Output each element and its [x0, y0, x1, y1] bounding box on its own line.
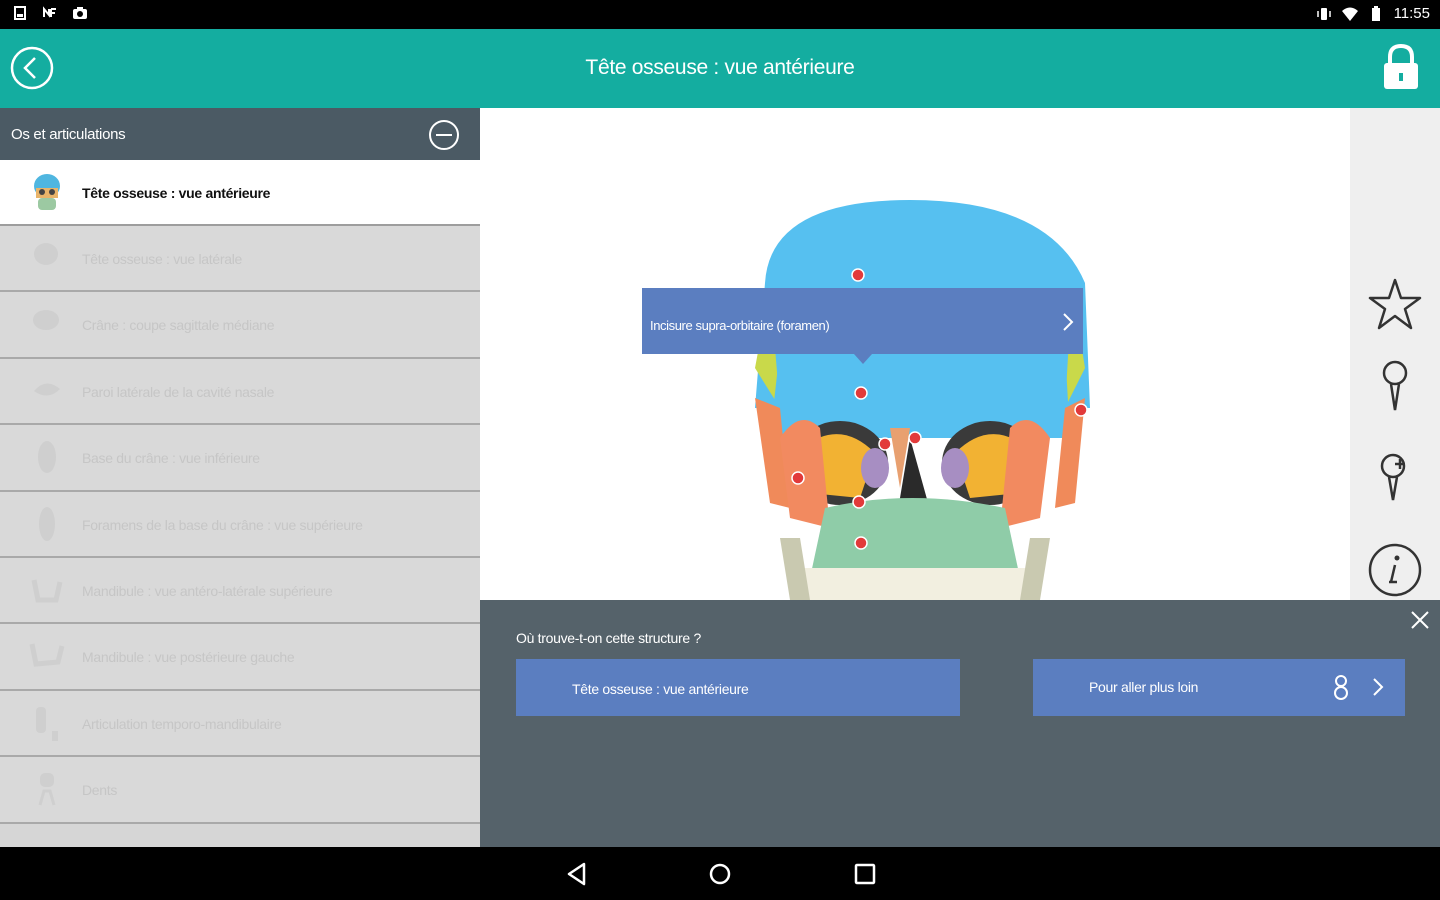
- sidebar-header-label: Os et articulations: [11, 126, 126, 143]
- skull-anterior-illustration: [755, 200, 1090, 600]
- location-panel: Où trouve-t-on cette structure ? Tête os…: [480, 600, 1440, 847]
- page-title: Tête osseuse : vue antérieure: [585, 56, 855, 79]
- lock-icon[interactable]: [1382, 43, 1420, 91]
- close-icon[interactable]: [1410, 610, 1430, 630]
- learn-more-button[interactable]: Pour aller plus loin: [1033, 659, 1405, 716]
- sidebar-item-label: Articulation temporo-mandibulaire: [82, 715, 282, 732]
- nav-back-icon[interactable]: [564, 861, 590, 887]
- sidebar: Os et articulations Tête osseuse : vue a…: [0, 108, 480, 847]
- collapse-minus-icon[interactable]: [428, 119, 460, 151]
- skull-thumbnail-icon: [34, 174, 60, 210]
- sidebar-item-label: Dents: [82, 782, 118, 799]
- teeth-thumbnail-icon: [38, 773, 56, 806]
- sidebar-item-label: Foramens de la base du crâne : vue supér…: [82, 516, 363, 533]
- sidebar-header[interactable]: Os et articulations: [0, 108, 480, 160]
- anatomy-viewer[interactable]: [480, 108, 1350, 600]
- star-icon[interactable]: [1367, 276, 1423, 332]
- nfc-icon: [43, 6, 56, 18]
- location-button-label: Tête osseuse : vue antérieure: [572, 681, 749, 697]
- sidebar-item-articulation-tm[interactable]: Articulation temporo-mandibulaire: [0, 690, 480, 758]
- mandible-posterior-thumbnail-icon: [29, 643, 65, 668]
- structure-tooltip[interactable]: Incisure supra-orbitaire (foramen): [642, 288, 1083, 364]
- chevron-right-icon: [1373, 678, 1384, 696]
- learn-more-icon: [1334, 675, 1348, 700]
- nav-recents-icon[interactable]: [852, 861, 878, 887]
- navigation-bar: [0, 847, 1440, 900]
- camera-icon: [73, 7, 87, 19]
- status-time: 11:55: [1393, 5, 1430, 22]
- sidebar-item-label: Tête osseuse : vue latérale: [82, 251, 242, 267]
- pin-icon[interactable]: [1367, 358, 1423, 414]
- chevron-right-icon: [1063, 313, 1074, 331]
- sidebar-item-crane-coupe[interactable]: Crâne : coupe sagittale médiane: [0, 292, 480, 359]
- sidebar-item-label: Mandibule : vue postérieure gauche: [82, 649, 295, 666]
- location-button[interactable]: Tête osseuse : vue antérieure: [516, 659, 960, 716]
- sidebar-item-label: Mandibule : vue antéro-latérale supérieu…: [82, 582, 333, 599]
- sidebar-item-label: Tête osseuse : vue antérieure: [82, 185, 271, 201]
- app-bar: Tête osseuse : vue antérieure: [0, 29, 1440, 108]
- status-bar: 11:55: [0, 0, 1440, 29]
- battery-icon: [1371, 5, 1380, 21]
- pin-add-icon[interactable]: [1367, 446, 1423, 502]
- joint-thumbnail-icon: [36, 706, 58, 741]
- sidebar-item-label: Crâne : coupe sagittale médiane: [82, 317, 275, 334]
- skull-base-thumbnail-icon: [38, 441, 56, 474]
- skull-foramens-thumbnail-icon: [39, 506, 55, 541]
- sidebar-item-label: Base du crâne : vue inférieure: [82, 450, 260, 467]
- viewer-toolbar: [1350, 108, 1440, 600]
- tooltip-pointer: [854, 354, 872, 364]
- sidebar-item-paroi-nasale[interactable]: Paroi latérale de la cavité nasale: [0, 358, 480, 426]
- wifi-icon: [1341, 7, 1358, 21]
- vibrate-icon: [1316, 7, 1331, 20]
- nav-home-icon[interactable]: [707, 861, 733, 887]
- sidebar-item-foramens[interactable]: Foramens de la base du crâne : vue supér…: [0, 491, 480, 558]
- sd-card-icon: [14, 6, 26, 20]
- app-screen: 11:55 Tête osseuse : vue antérieure Os e…: [0, 0, 1440, 900]
- nasal-cavity-thumbnail-icon: [34, 383, 60, 396]
- sidebar-item-label: Paroi latérale de la cavité nasale: [82, 383, 275, 400]
- sidebar-item-mandibule-anterolaterale[interactable]: Mandibule : vue antéro-latérale supérieu…: [0, 557, 480, 625]
- mandible-thumbnail-icon: [31, 579, 63, 603]
- panel-question: Où trouve-t-on cette structure ?: [516, 630, 701, 646]
- learn-more-label: Pour aller plus loin: [1089, 679, 1199, 695]
- sidebar-item-base-crane-inferieure[interactable]: Base du crâne : vue inférieure: [0, 425, 480, 492]
- sidebar-item-tete-anterieure[interactable]: Tête osseuse : vue antérieure: [0, 160, 480, 226]
- skull-section-thumbnail-icon: [33, 310, 59, 331]
- tooltip-label: Incisure supra-orbitaire (foramen): [650, 318, 830, 333]
- info-icon[interactable]: [1367, 542, 1423, 598]
- skull-lateral-thumbnail-icon: [34, 243, 58, 265]
- sidebar-item-dents[interactable]: Dents: [0, 757, 480, 824]
- sidebar-item-mandibule-posterieure[interactable]: Mandibule : vue postérieure gauche: [0, 624, 480, 691]
- sidebar-item-tete-laterale[interactable]: Tête osseuse : vue latérale: [0, 226, 480, 293]
